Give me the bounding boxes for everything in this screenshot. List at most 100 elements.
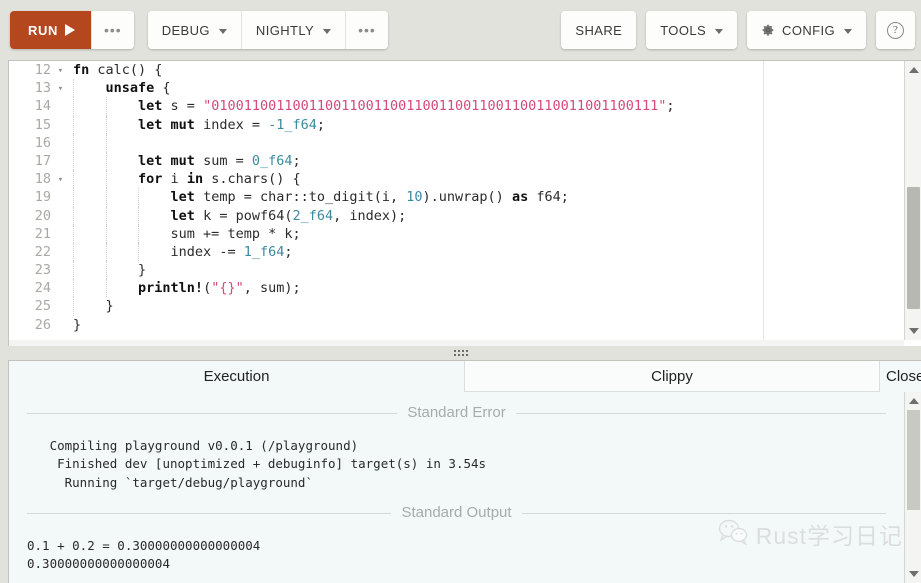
tab-close-label: Close: [886, 368, 921, 385]
token-pun: k = powf64(: [194, 207, 293, 224]
config-dropdown-button[interactable]: CONFIG: [747, 11, 866, 49]
panel-splitter[interactable]: [0, 346, 921, 360]
toolbar-right-group: SHARE TOOLS CONFIG ?: [561, 11, 921, 49]
code-line[interactable]: 14 let s = "0100110011001100110011001100…: [9, 97, 904, 116]
indent-guide: [138, 188, 171, 207]
code-text: [67, 133, 138, 152]
editor-vertical-scrollbar[interactable]: [904, 61, 921, 340]
output-tabs: Execution Clippy Close: [9, 361, 921, 392]
token-pun: , index);: [333, 207, 407, 224]
indent-guide: [73, 279, 106, 298]
code-line[interactable]: 12 ▾ fn calc() {: [9, 61, 904, 79]
run-button-group: RUN •••: [10, 11, 134, 49]
editor-scrollbar-thumb[interactable]: [907, 187, 920, 309]
code-line[interactable]: 26}: [9, 316, 904, 334]
code-text: fn calc() {: [67, 61, 162, 79]
rule-left: [27, 512, 392, 514]
code-text: let k = powf64(2_f64, index);: [67, 206, 407, 225]
indent-guide: [73, 133, 106, 152]
scroll-up-arrow-icon[interactable]: [909, 67, 919, 73]
line-number: 20: [34, 207, 51, 224]
rule-left: [27, 412, 398, 414]
token-str: "010011001100110011001100110011001100110…: [203, 98, 667, 115]
column-ruler: [763, 61, 764, 340]
config-label: CONFIG: [782, 22, 835, 38]
code-text: let mut sum = 0_f64;: [67, 151, 301, 171]
output-scrollbar-thumb[interactable]: [907, 410, 920, 510]
stderr-heading: Standard Error: [407, 404, 506, 421]
indent-guide: [105, 206, 139, 225]
code-line[interactable]: 16: [9, 133, 904, 152]
debug-dropdown-button[interactable]: DEBUG: [147, 11, 241, 49]
code-lines[interactable]: 12 ▾ fn calc() {13 ▾ unsafe {14 let s = "01…: [9, 61, 904, 334]
help-button[interactable]: ?: [876, 11, 915, 49]
fold-arrow-icon[interactable]: ▾: [54, 81, 67, 99]
tools-label: TOOLS: [660, 22, 707, 38]
code-line[interactable]: 24 println!("{}", sum);: [9, 279, 904, 298]
code-line[interactable]: 18 ▾ for i in s.chars() {: [9, 170, 904, 190]
channel-dropdown-button[interactable]: NIGHTLY: [240, 11, 346, 49]
token-pun: sum =: [194, 152, 252, 169]
code-line[interactable]: 20 let k = powf64(2_f64, index);: [9, 206, 904, 225]
line-number: 26: [34, 316, 51, 333]
scroll-down-arrow-icon[interactable]: [909, 328, 919, 334]
code-line[interactable]: 21 sum += temp * k;: [9, 224, 904, 243]
code-line[interactable]: 13 ▾ unsafe {: [9, 79, 904, 99]
code-text: sum += temp * k;: [67, 224, 301, 243]
code-text: }: [67, 261, 147, 280]
indent-guide: [105, 170, 139, 189]
token-kw: fn: [73, 62, 90, 78]
tab-clippy[interactable]: Clippy: [464, 361, 880, 392]
token-pun: i: [162, 171, 187, 188]
line-number: 24: [34, 280, 51, 297]
scroll-up-arrow-icon[interactable]: [909, 398, 919, 404]
code-text: index -= 1_f64;: [67, 242, 292, 262]
code-line[interactable]: 15 let mut index = -1_f64;: [9, 115, 904, 134]
code-editor[interactable]: 12 ▾ fn calc() {13 ▾ unsafe {14 let s = "01…: [9, 61, 904, 340]
indent-guide: [73, 188, 106, 207]
code-line[interactable]: 19 let temp = char::to_digit(i, 10).unwr…: [9, 188, 904, 207]
scroll-down-arrow-icon[interactable]: [909, 571, 919, 577]
code-text: let s = "0100110011001100110011001100110…: [67, 97, 674, 116]
stderr-line: Compiling playground v0.0.1 (/playground…: [27, 437, 359, 453]
tab-close[interactable]: Close: [880, 361, 921, 392]
code-line[interactable]: 23 }: [9, 261, 904, 280]
channel-more-label: •••: [358, 22, 376, 38]
stdout-lines: 0.1 + 0.2 = 0.30000000000000004 0.3000000…: [27, 537, 886, 574]
fold-arrow-icon[interactable]: ▾: [54, 172, 67, 190]
debug-label: DEBUG: [161, 22, 210, 38]
rust-playground-app: RUN ••• DEBUG NIGHTLY ••• SHARE TOOLS CO…: [0, 0, 921, 583]
run-more-button[interactable]: •••: [90, 11, 134, 49]
code-line[interactable]: 25 }: [9, 297, 904, 316]
channel-more-button[interactable]: •••: [345, 11, 388, 49]
run-button[interactable]: RUN: [10, 11, 91, 49]
stderr-section-header: Standard Error: [27, 404, 887, 423]
token-pun: }: [105, 298, 114, 315]
indent-guide: [73, 224, 106, 243]
tools-dropdown-button[interactable]: TOOLS: [646, 11, 738, 49]
fold-arrow-icon[interactable]: ▾: [54, 63, 67, 81]
line-number: 18: [34, 171, 51, 188]
indent-guide: [73, 261, 106, 280]
code-line[interactable]: 17 let mut sum = 0_f64;: [9, 151, 904, 171]
token-str: "{}": [211, 280, 244, 297]
indent-guide: [138, 242, 171, 262]
output-vertical-scrollbar[interactable]: [904, 392, 921, 583]
token-pun: s.chars() {: [203, 171, 301, 188]
line-number: 21: [34, 225, 51, 242]
config-button-group: CONFIG: [747, 11, 866, 49]
code-line[interactable]: 22 index -= 1_f64;: [9, 242, 904, 262]
toolbar: RUN ••• DEBUG NIGHTLY ••• SHARE TOOLS CO…: [0, 0, 921, 60]
chevron-down-icon: [844, 28, 852, 34]
indent-guide: [105, 97, 139, 116]
output-body: Standard Error Compiling playground v0.0…: [9, 392, 904, 583]
token-kw: let mut: [138, 116, 195, 133]
share-button[interactable]: SHARE: [561, 11, 637, 49]
code-text: println!("{}", sum);: [67, 279, 301, 298]
token-pun: }: [138, 262, 147, 279]
tab-execution[interactable]: Execution: [9, 361, 464, 392]
splitter-grip-icon[interactable]: [453, 350, 468, 356]
run-more-label: •••: [103, 22, 122, 38]
indent-guide: [105, 115, 139, 134]
token-kw: let mut: [138, 152, 195, 169]
